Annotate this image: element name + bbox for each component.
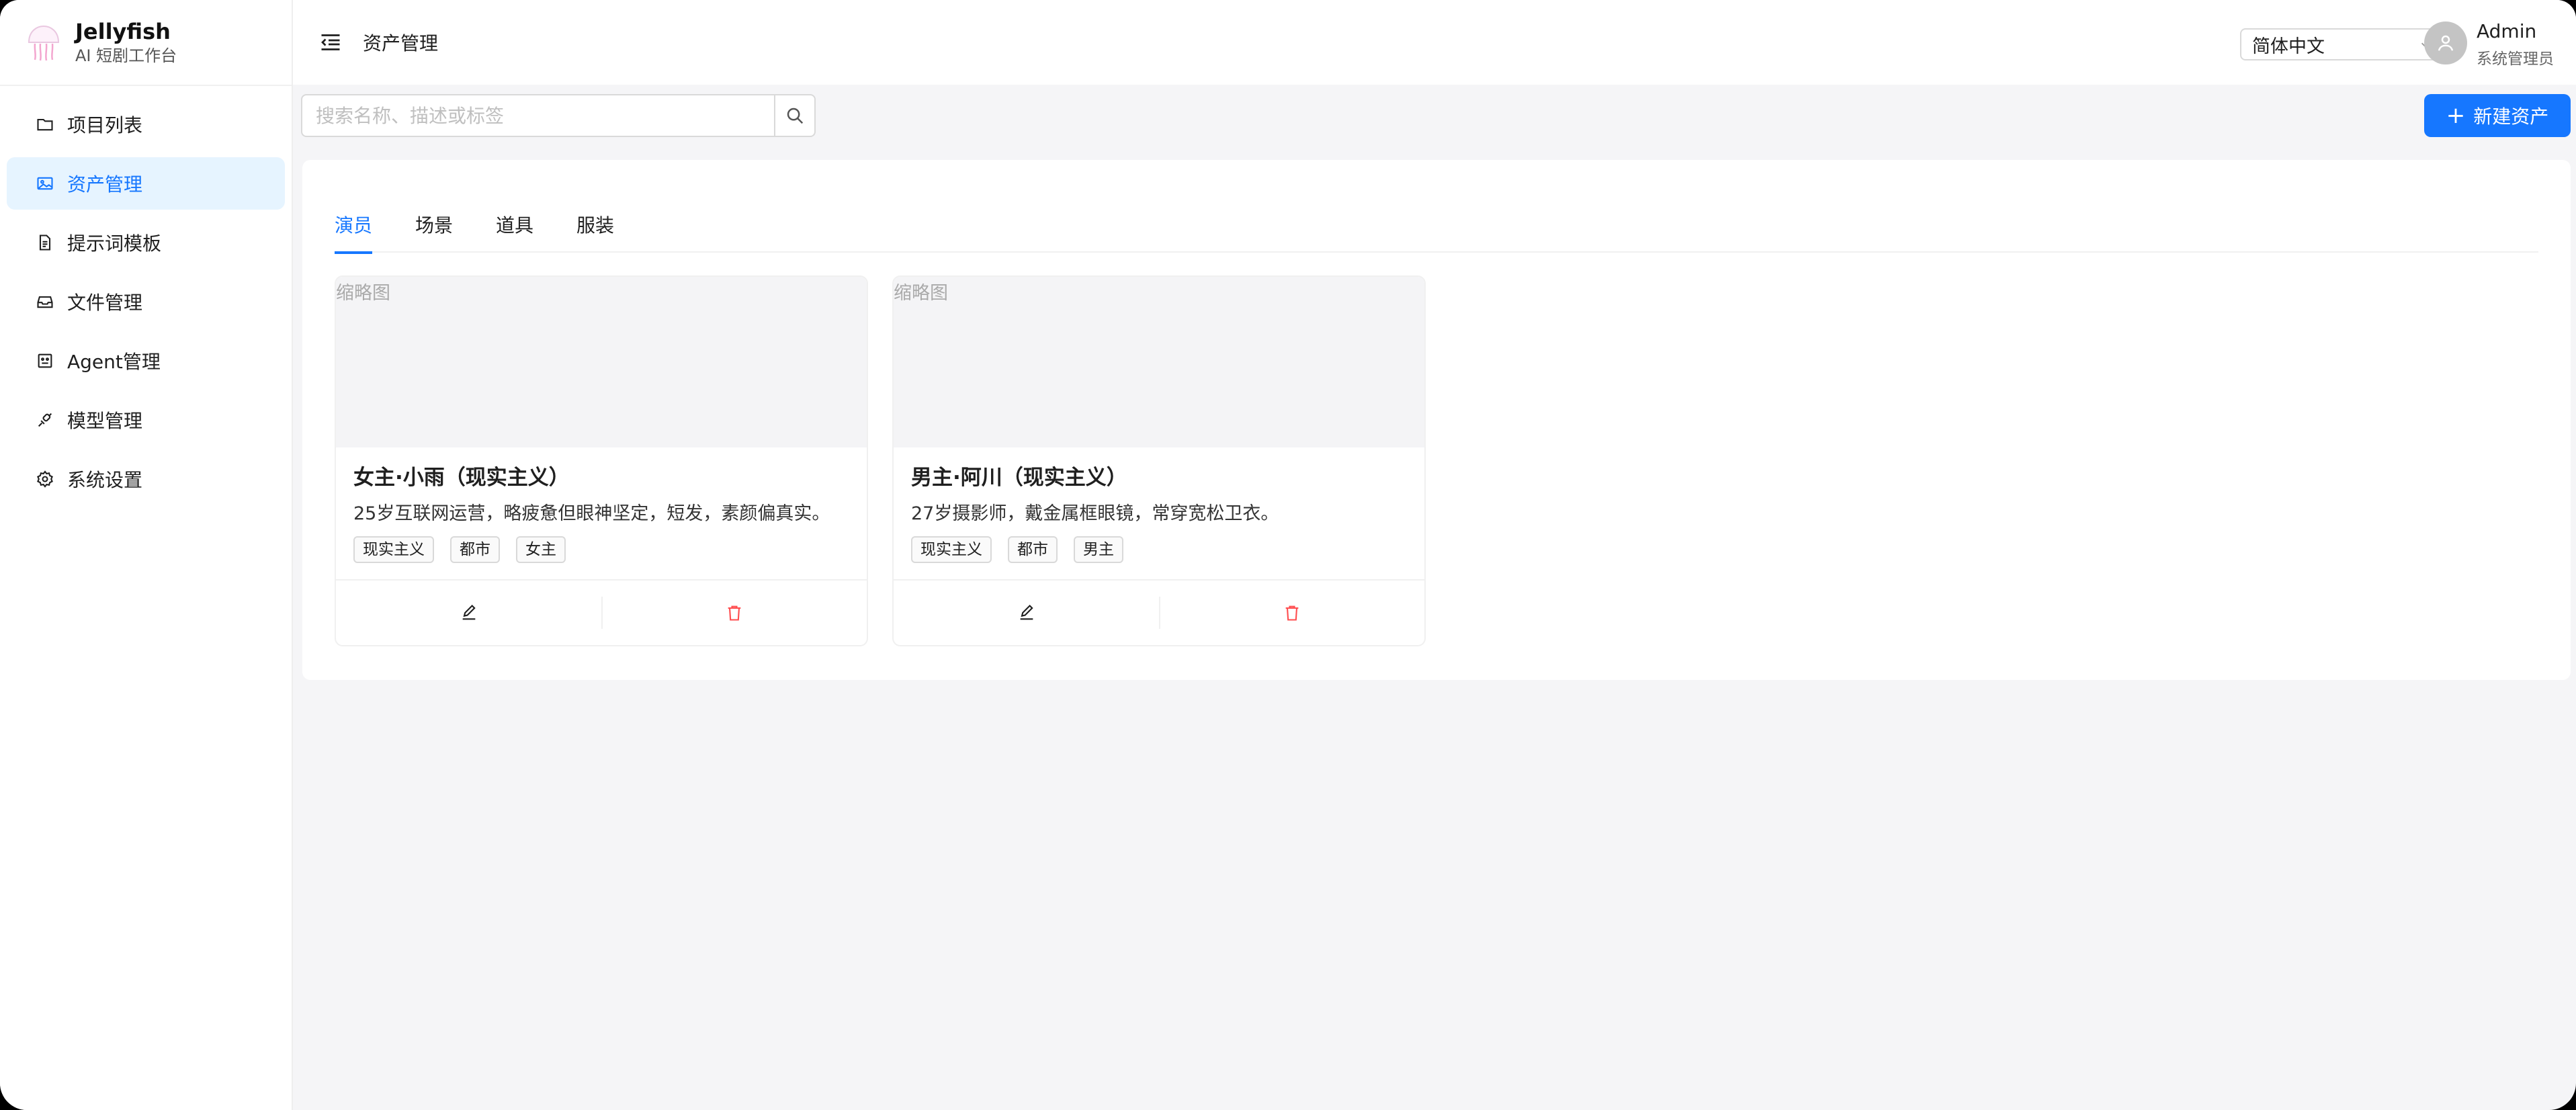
edit-icon (462, 605, 476, 620)
brand-subtitle: AI 短剧工作台 (75, 46, 177, 65)
sidebar-item-agents[interactable]: Agent管理 (7, 335, 285, 387)
card-description: 25岁互联网运营，略疲惫但眼神坚定，短发，素颜偏真实。 (353, 503, 830, 524)
user-role: 系统管理员 (2477, 50, 2554, 68)
sidebar-item-models[interactable]: 模型管理 (7, 394, 285, 446)
gear-icon (35, 469, 55, 489)
card-description: 27岁摄影师，戴金属框眼镜，常穿宽松卫衣。 (911, 503, 1279, 524)
search-input[interactable] (301, 94, 774, 137)
language-select[interactable]: 简体中文 (2240, 28, 2447, 60)
search-button[interactable] (774, 94, 816, 137)
tag-list: 现实主义 都市 男主 (911, 536, 1407, 563)
asset-card[interactable]: 缩略图 女主·小雨（现实主义） 25岁互联网运营，略疲惫但眼神坚定，短发，素颜偏… (335, 275, 868, 646)
tag: 女主 (516, 536, 566, 563)
tab-actors[interactable]: 演员 (335, 208, 373, 254)
new-asset-button[interactable]: + 新建资产 (2424, 94, 2571, 137)
sidebar-item-files[interactable]: 文件管理 (7, 275, 285, 328)
new-asset-button-label: 新建资产 (2473, 105, 2549, 128)
sidebar-item-label: 模型管理 (67, 410, 143, 432)
sidebar-nav: 项目列表 资产管理 提示词模板 文件管理 Agent管理 模型管理 系统设置 (0, 86, 292, 505)
sidebar-item-settings[interactable]: 系统设置 (7, 453, 285, 505)
image-icon (35, 173, 55, 194)
brand-title: Jellyfish (75, 19, 171, 44)
file-text-icon (35, 232, 55, 253)
card-actions (894, 579, 1424, 645)
avatar[interactable] (2424, 22, 2467, 65)
top-header: 资产管理 简体中文 Admin 系统管理员 (293, 0, 2576, 85)
sidebar-item-label: Agent管理 (67, 351, 161, 373)
card-title: 男主·阿川（现实主义） (911, 466, 1127, 490)
sidebar-item-prompt-templates[interactable]: 提示词模板 (7, 216, 285, 269)
tab-props[interactable]: 道具 (496, 208, 533, 253)
trash-icon (1285, 605, 1298, 621)
sidebar-item-label: 文件管理 (67, 292, 143, 314)
thumbnail: 缩略图 (894, 277, 1424, 447)
app-window: Jellyfish AI 短剧工作台 项目列表 资产管理 提示词模板 文件管理 … (0, 0, 2576, 1110)
thumbnail-label: 缩略图 (894, 283, 948, 304)
tag: 现实主义 (911, 536, 992, 563)
delete-button[interactable] (601, 581, 867, 645)
sidebar-item-label: 项目列表 (67, 114, 143, 136)
card-title: 女主·小雨（现实主义） (353, 466, 570, 490)
edit-button[interactable] (336, 581, 601, 645)
tag: 现实主义 (353, 536, 434, 563)
sidebar-item-projects[interactable]: 项目列表 (7, 98, 285, 151)
sidebar: Jellyfish AI 短剧工作台 项目列表 资产管理 提示词模板 文件管理 … (0, 0, 293, 1110)
tag-list: 现实主义 都市 女主 (353, 536, 849, 563)
page-title: 资产管理 (363, 32, 439, 54)
jellyfish-logo-icon (28, 25, 60, 61)
tab-scenes[interactable]: 场景 (415, 208, 453, 253)
folder-icon (35, 114, 55, 134)
asset-type-tabs: 演员 场景 道具 服装 (335, 208, 2538, 254)
trash-icon (728, 605, 740, 621)
thumbnail-label: 缩略图 (336, 283, 390, 304)
edit-button[interactable] (894, 581, 1159, 645)
plus-icon: + (2446, 102, 2466, 129)
language-select-value: 简体中文 (2252, 36, 2325, 57)
card-body: 女主·小雨（现实主义） 25岁互联网运营，略疲惫但眼神坚定，短发，素颜偏真实。 … (336, 447, 867, 582)
tag: 都市 (1008, 536, 1058, 563)
asset-panel: 演员 场景 道具 服装 缩略图 女主·小雨（现实主义） 25岁互联网运营，略疲惫… (302, 160, 2571, 680)
inbox-icon (35, 292, 55, 312)
api-icon (35, 410, 55, 430)
sidebar-item-label: 系统设置 (67, 469, 143, 491)
brand[interactable]: Jellyfish AI 短剧工作台 (0, 0, 292, 86)
tag: 男主 (1074, 536, 1123, 563)
sidebar-item-label: 提示词模板 (67, 232, 162, 255)
thumbnail: 缩略图 (336, 277, 867, 447)
asset-card[interactable]: 缩略图 男主·阿川（现实主义） 27岁摄影师，戴金属框眼镜，常穿宽松卫衣。 现实… (892, 275, 1426, 646)
search-bar (301, 94, 816, 137)
user-name[interactable]: Admin (2477, 20, 2536, 42)
robot-icon (35, 351, 55, 371)
tab-costumes[interactable]: 服装 (576, 208, 614, 253)
card-body: 男主·阿川（现实主义） 27岁摄影师，戴金属框眼镜，常穿宽松卫衣。 现实主义 都… (894, 447, 1424, 582)
tag: 都市 (450, 536, 500, 563)
menu-fold-icon[interactable] (317, 29, 344, 56)
sidebar-item-label: 资产管理 (67, 173, 143, 196)
sidebar-item-assets[interactable]: 资产管理 (7, 157, 285, 210)
search-icon (787, 108, 804, 124)
edit-icon (1020, 605, 1033, 620)
card-actions (336, 579, 867, 645)
user-icon (2438, 35, 2454, 51)
delete-button[interactable] (1159, 581, 1424, 645)
